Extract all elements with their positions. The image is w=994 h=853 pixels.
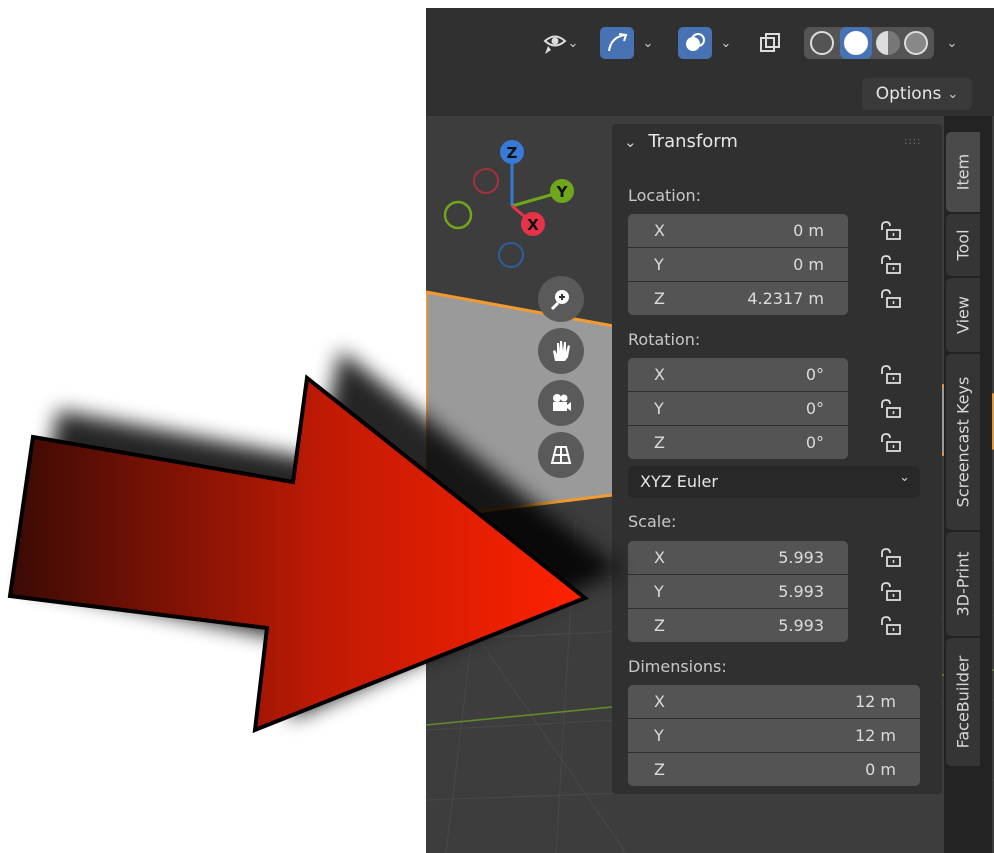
red-arrow-annotation [7, 350, 620, 734]
